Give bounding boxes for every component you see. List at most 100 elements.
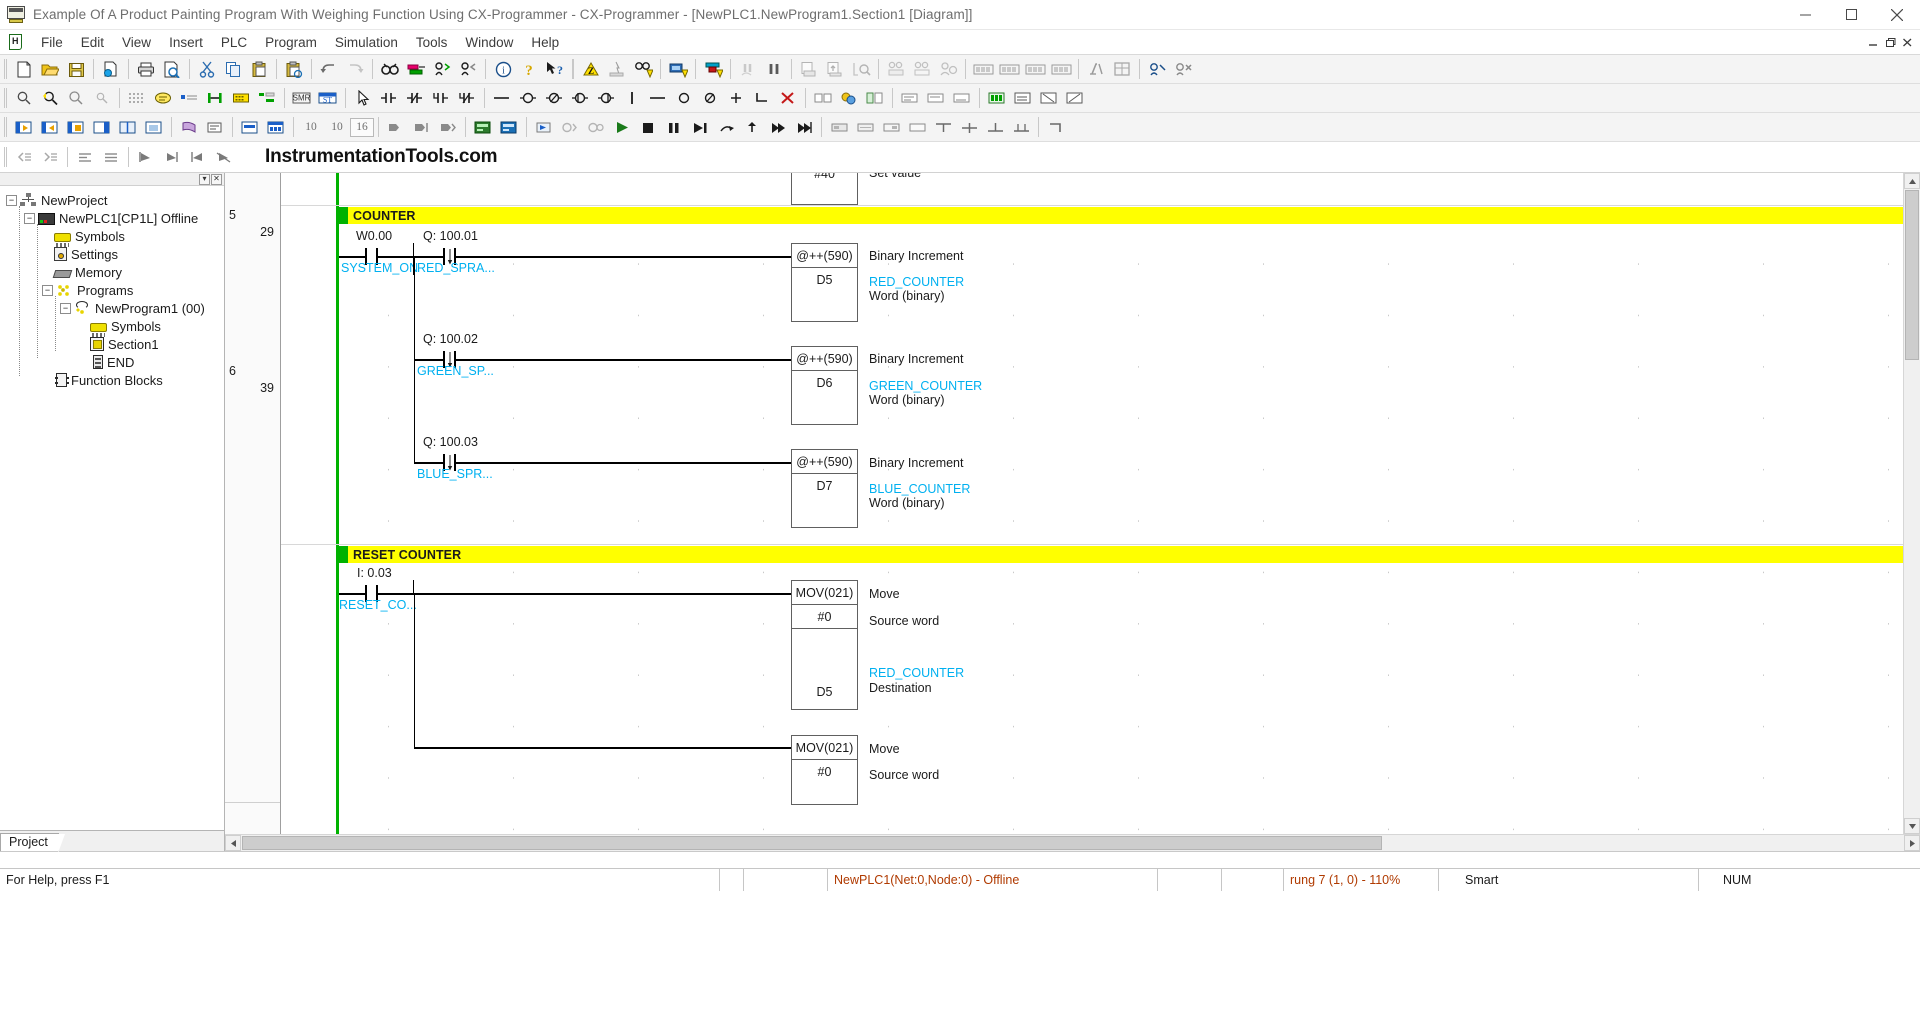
tree-node-memory[interactable]: Memory <box>4 263 224 281</box>
save-icon[interactable] <box>63 57 89 81</box>
insert-row-icon[interactable] <box>89 115 115 139</box>
show-comment-icon[interactable] <box>923 86 949 110</box>
menu-window[interactable]: Window <box>456 33 522 52</box>
new-vline-icon[interactable] <box>645 86 671 110</box>
view-mnemonic-icon[interactable] <box>263 115 289 139</box>
gutter-cell-rung5[interactable]: 5 29 <box>225 206 280 363</box>
compare-program-icon[interactable] <box>796 57 822 81</box>
properties-icon[interactable]: i <box>490 57 516 81</box>
expander-icon[interactable]: − <box>60 302 71 314</box>
symbol-table-icon[interactable] <box>1083 57 1109 81</box>
delete-column-icon[interactable] <box>141 115 167 139</box>
sim-run-to-cursor-icon[interactable] <box>791 115 817 139</box>
monitor-mode-icon[interactable] <box>761 57 787 81</box>
new-contact-or-no-icon[interactable] <box>428 86 454 110</box>
expander-icon[interactable]: − <box>6 194 17 206</box>
search-prev-icon[interactable] <box>455 57 481 81</box>
align-justify-icon[interactable] <box>98 145 124 169</box>
new-contact-no-icon[interactable] <box>376 86 402 110</box>
new-plf-icon[interactable] <box>593 86 619 110</box>
show-comments-icon[interactable] <box>150 86 176 110</box>
sim-setup-icon[interactable] <box>531 115 557 139</box>
scroll-down-button[interactable] <box>1904 818 1920 834</box>
instruction-block-partial[interactable]: #40 <box>791 173 858 205</box>
tab-project[interactable]: Project <box>0 833 65 853</box>
outdent-icon[interactable] <box>11 145 37 169</box>
goto-rung-icon[interactable] <box>176 115 202 139</box>
insert-column-icon[interactable] <box>115 115 141 139</box>
print-preview-icon[interactable] <box>159 57 185 81</box>
vertical-scrollbar[interactable] <box>1903 173 1920 834</box>
tree-node-function-blocks[interactable]: Function Blocks <box>4 371 224 389</box>
zoom-out-icon[interactable] <box>63 86 89 110</box>
align-top-icon[interactable] <box>930 115 956 139</box>
new-instruction-icon[interactable] <box>619 86 645 110</box>
time-chart-icon[interactable] <box>935 57 961 81</box>
new-hline-icon[interactable] <box>489 86 515 110</box>
new-contact-nc-icon[interactable] <box>402 86 428 110</box>
menu-view[interactable]: View <box>113 33 160 52</box>
horizontal-scroll-thumb[interactable] <box>242 836 1382 850</box>
paste-icon[interactable] <box>246 57 272 81</box>
program-mode-icon[interactable] <box>735 57 761 81</box>
rung-comment-bar-6[interactable]: RESET COUNTER <box>336 546 1904 563</box>
zoom-fit-icon[interactable] <box>37 86 63 110</box>
sim-step-over-icon[interactable] <box>713 115 739 139</box>
instruction-block-inc-green[interactable]: @++(590) D6 <box>791 346 858 425</box>
online-edit-begin-icon[interactable] <box>1144 57 1170 81</box>
find-icon[interactable] <box>377 57 403 81</box>
menu-plc[interactable]: PLC <box>212 33 256 52</box>
print-icon[interactable] <box>133 57 159 81</box>
search-next-icon[interactable] <box>429 57 455 81</box>
tree-node-newplc1[interactable]: − NewPLC1[CP1L] Offline <box>4 209 224 227</box>
breakpoint-clear-icon[interactable] <box>852 115 878 139</box>
menu-tools[interactable]: Tools <box>407 33 457 52</box>
sim-step-icon[interactable] <box>496 115 522 139</box>
plc-setup-icon[interactable] <box>1048 57 1074 81</box>
tree-node-programs[interactable]: − Programs <box>4 281 224 299</box>
sim-step-into-icon[interactable] <box>687 115 713 139</box>
corner-connect-icon[interactable] <box>749 86 775 110</box>
menu-help[interactable]: Help <box>522 33 568 52</box>
show-bus-bar-icon[interactable] <box>202 86 228 110</box>
tree-node-section1[interactable]: Section1 <box>4 335 224 353</box>
force-on-icon[interactable] <box>1036 86 1062 110</box>
show-rung-comments-icon[interactable] <box>176 86 202 110</box>
instruction-block-inc-blue[interactable]: @++(590) D7 <box>791 449 858 528</box>
align-bottom-icon[interactable] <box>982 115 1008 139</box>
new-branch-inv-icon[interactable] <box>697 86 723 110</box>
vertical-connect-icon[interactable] <box>723 86 749 110</box>
scroll-right-button[interactable] <box>1904 835 1920 851</box>
new-branch-icon[interactable] <box>671 86 697 110</box>
menu-insert[interactable]: Insert <box>160 33 212 52</box>
new-coil-icon[interactable] <box>515 86 541 110</box>
new-icon[interactable] <box>11 57 37 81</box>
prev-contact-icon[interactable] <box>435 115 461 139</box>
tree-node-newprogram1[interactable]: − NewProgram1 (00) <box>4 299 224 317</box>
insert-rung-above-icon[interactable] <box>37 115 63 139</box>
context-help-icon[interactable]: ? <box>542 57 568 81</box>
io-table-icon[interactable] <box>996 57 1022 81</box>
select-mode-icon[interactable] <box>350 86 376 110</box>
instruction-block-inc-red[interactable]: @++(590) D5 <box>791 243 858 322</box>
monitor-in-hex-icon[interactable] <box>1010 86 1036 110</box>
corner-icon[interactable] <box>1043 115 1069 139</box>
menu-file[interactable]: File <box>32 33 72 52</box>
open-icon[interactable] <box>37 57 63 81</box>
data-trace-icon[interactable] <box>909 57 935 81</box>
zoom-in-icon[interactable] <box>89 86 115 110</box>
instruction-block-mov-2[interactable]: MOV(021) #0 <box>791 735 858 805</box>
cut-icon[interactable] <box>194 57 220 81</box>
undo-icon[interactable] <box>316 57 342 81</box>
ladder-canvas[interactable]: #40 Set value COUNTER W0.00 SYSTEM_ON Q:… <box>281 173 1920 834</box>
toolbar-grip-3[interactable] <box>2 116 9 138</box>
new-contact-or-nc-icon[interactable] <box>454 86 480 110</box>
align-left-icon[interactable] <box>72 145 98 169</box>
new-pls-icon[interactable] <box>567 86 593 110</box>
menu-program[interactable]: Program <box>256 33 326 52</box>
align-mid-icon[interactable] <box>956 115 982 139</box>
next-rung-icon[interactable] <box>409 115 435 139</box>
align-grid-icon[interactable] <box>1008 115 1034 139</box>
new-coil-inv-icon[interactable] <box>541 86 567 110</box>
instruction-block-mov-red[interactable]: MOV(021) #0 D5 <box>791 580 858 710</box>
